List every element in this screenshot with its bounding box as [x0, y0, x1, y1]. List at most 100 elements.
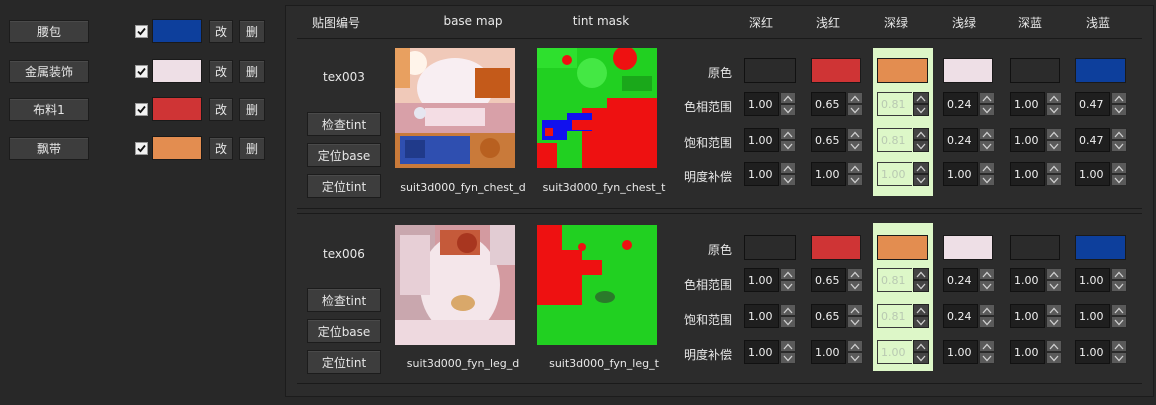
- light-blue-swatch[interactable]: [1075, 235, 1126, 260]
- increment-arrow-icon[interactable]: [979, 92, 995, 104]
- edit-button[interactable]: 改: [209, 60, 233, 83]
- decrement-arrow-icon[interactable]: [847, 104, 863, 116]
- increment-arrow-icon[interactable]: [1111, 340, 1127, 352]
- dark-green-swatch[interactable]: [877, 235, 928, 260]
- increment-arrow-icon[interactable]: [1046, 128, 1062, 140]
- increment-arrow-icon[interactable]: [847, 128, 863, 140]
- increment-arrow-icon[interactable]: [1111, 268, 1127, 280]
- decrement-arrow-icon[interactable]: [1111, 174, 1127, 186]
- dark-red-swatch[interactable]: [744, 235, 796, 260]
- material-checkbox[interactable]: [135, 65, 148, 78]
- brightness-spinbox[interactable]: 1.00: [744, 162, 798, 186]
- locate-base-button[interactable]: 定位base: [307, 143, 381, 167]
- hue-spinbox[interactable]: 0.24: [943, 268, 997, 292]
- increment-arrow-icon[interactable]: [780, 304, 796, 316]
- material-name-button[interactable]: 布料1: [9, 98, 89, 121]
- material-checkbox[interactable]: [135, 25, 148, 38]
- increment-arrow-icon[interactable]: [780, 162, 796, 174]
- increment-arrow-icon[interactable]: [1046, 92, 1062, 104]
- decrement-arrow-icon[interactable]: [847, 280, 863, 292]
- increment-arrow-icon[interactable]: [1046, 268, 1062, 280]
- increment-arrow-icon[interactable]: [847, 92, 863, 104]
- increment-arrow-icon[interactable]: [780, 128, 796, 140]
- edit-button[interactable]: 改: [209, 98, 233, 121]
- increment-arrow-icon[interactable]: [1046, 162, 1062, 174]
- base-map-thumbnail[interactable]: [395, 48, 515, 168]
- increment-arrow-icon[interactable]: [979, 268, 995, 280]
- increment-arrow-icon[interactable]: [780, 268, 796, 280]
- spinbox-value[interactable]: 1.00: [1010, 268, 1045, 292]
- decrement-arrow-icon[interactable]: [1046, 280, 1062, 292]
- spinbox-value[interactable]: 1.00: [943, 162, 978, 186]
- spinbox-value[interactable]: 1.00: [1010, 304, 1045, 328]
- material-name-button[interactable]: 飘带: [9, 137, 89, 160]
- brightness-spinbox[interactable]: 1.00: [1075, 340, 1129, 364]
- spinbox-value[interactable]: 1.00: [744, 128, 779, 152]
- light-blue-swatch[interactable]: [1075, 58, 1126, 83]
- spinbox-value[interactable]: 1.00: [1075, 340, 1110, 364]
- spinbox-value[interactable]: 0.65: [811, 304, 846, 328]
- spinbox-value[interactable]: 1.00: [1010, 340, 1045, 364]
- decrement-arrow-icon[interactable]: [1111, 280, 1127, 292]
- spinbox-value[interactable]: 1.00: [744, 268, 779, 292]
- spinbox-value[interactable]: 0.24: [943, 268, 978, 292]
- material-color-swatch[interactable]: [152, 97, 202, 121]
- hue-spinbox[interactable]: 0.65: [811, 268, 865, 292]
- saturation-spinbox[interactable]: 1.00: [1075, 304, 1129, 328]
- decrement-arrow-icon[interactable]: [847, 352, 863, 364]
- decrement-arrow-icon[interactable]: [780, 174, 796, 186]
- tint-mask-thumbnail[interactable]: [537, 225, 657, 345]
- hue-spinbox[interactable]: 1.00: [1010, 92, 1064, 116]
- spinbox-value[interactable]: 1.00: [1075, 268, 1110, 292]
- locate-base-button[interactable]: 定位base: [307, 319, 381, 343]
- spinbox-value[interactable]: 0.24: [943, 304, 978, 328]
- hue-spinbox[interactable]: 1.00: [744, 268, 798, 292]
- light-red-swatch[interactable]: [811, 58, 861, 83]
- saturation-spinbox[interactable]: 1.00: [744, 128, 798, 152]
- delete-button[interactable]: 删: [239, 20, 265, 43]
- spinbox-value[interactable]: 1.00: [744, 162, 779, 186]
- increment-arrow-icon[interactable]: [979, 128, 995, 140]
- spinbox-value[interactable]: 1.00: [1010, 92, 1045, 116]
- locate-tint-button[interactable]: 定位tint: [307, 174, 381, 198]
- hue-spinbox[interactable]: 1.00: [1075, 268, 1129, 292]
- dark-blue-swatch[interactable]: [1010, 58, 1060, 83]
- material-color-swatch[interactable]: [152, 59, 202, 83]
- light-green-swatch[interactable]: [943, 235, 993, 260]
- saturation-spinbox[interactable]: 1.00: [1010, 304, 1064, 328]
- decrement-arrow-icon[interactable]: [979, 140, 995, 152]
- check-tint-button[interactable]: 检查tint: [307, 288, 381, 312]
- saturation-spinbox[interactable]: 0.65: [811, 304, 865, 328]
- increment-arrow-icon[interactable]: [1111, 162, 1127, 174]
- saturation-spinbox[interactable]: 0.47: [1075, 128, 1129, 152]
- increment-arrow-icon[interactable]: [1046, 304, 1062, 316]
- hue-spinbox[interactable]: 0.47: [1075, 92, 1129, 116]
- brightness-spinbox[interactable]: 1.00: [943, 340, 997, 364]
- decrement-arrow-icon[interactable]: [847, 174, 863, 186]
- increment-arrow-icon[interactable]: [847, 268, 863, 280]
- base-map-thumbnail[interactable]: [395, 225, 515, 345]
- spinbox-value[interactable]: 0.24: [943, 92, 978, 116]
- decrement-arrow-icon[interactable]: [847, 316, 863, 328]
- decrement-arrow-icon[interactable]: [1046, 352, 1062, 364]
- brightness-spinbox[interactable]: 1.00: [811, 162, 865, 186]
- decrement-arrow-icon[interactable]: [1111, 352, 1127, 364]
- spinbox-value[interactable]: 1.00: [943, 340, 978, 364]
- decrement-arrow-icon[interactable]: [1046, 104, 1062, 116]
- spinbox-value[interactable]: 1.00: [1075, 304, 1110, 328]
- brightness-spinbox[interactable]: 1.00: [1010, 162, 1064, 186]
- spinbox-value[interactable]: 0.65: [811, 92, 846, 116]
- decrement-arrow-icon[interactable]: [1046, 140, 1062, 152]
- dark-green-swatch[interactable]: [877, 58, 928, 83]
- increment-arrow-icon[interactable]: [1111, 304, 1127, 316]
- decrement-arrow-icon[interactable]: [780, 140, 796, 152]
- increment-arrow-icon[interactable]: [1111, 92, 1127, 104]
- brightness-spinbox[interactable]: 1.00: [811, 340, 865, 364]
- brightness-spinbox[interactable]: 1.00: [1075, 162, 1129, 186]
- spinbox-value[interactable]: 0.24: [943, 128, 978, 152]
- delete-button[interactable]: 删: [239, 60, 265, 83]
- material-name-button[interactable]: 腰包: [9, 20, 89, 43]
- decrement-arrow-icon[interactable]: [979, 174, 995, 186]
- material-checkbox[interactable]: [135, 142, 148, 155]
- increment-arrow-icon[interactable]: [1111, 128, 1127, 140]
